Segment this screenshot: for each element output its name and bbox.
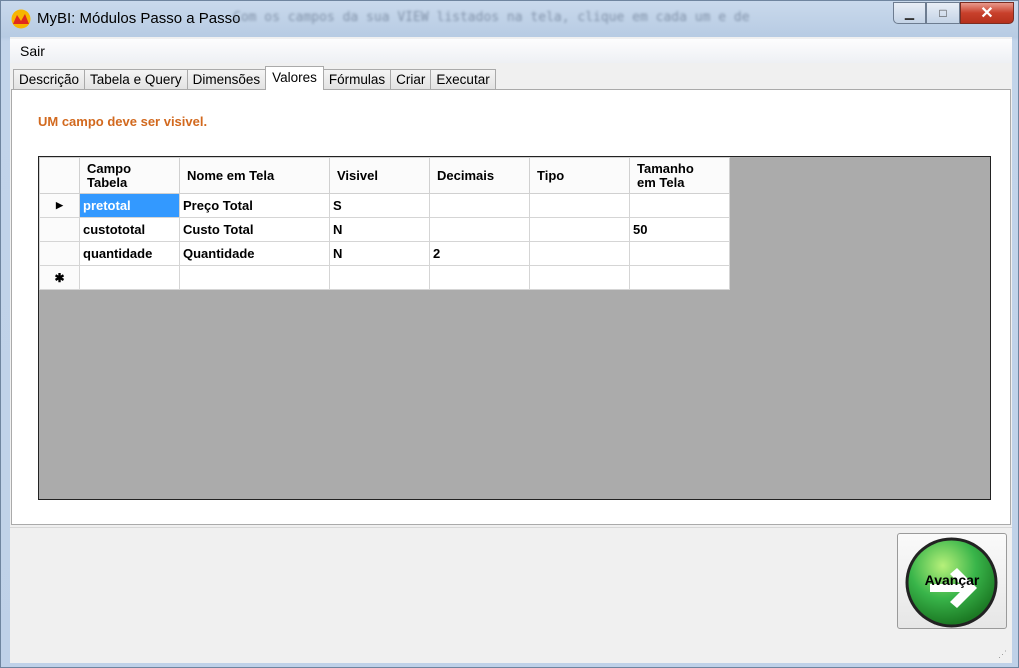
- resize-grip-icon[interactable]: ⋰: [998, 649, 1008, 659]
- grid-cell[interactable]: [629, 241, 730, 266]
- grid-cell[interactable]: Quantidade: [179, 241, 330, 266]
- tab-descricao[interactable]: Descrição: [13, 69, 86, 89]
- window-title: MyBI: Módulos Passo a Passo: [37, 10, 241, 27]
- grid-cell[interactable]: 2: [429, 241, 530, 266]
- tab-strip: Descrição Tabela e Query Dimensões Valor…: [13, 66, 496, 90]
- grid-cell[interactable]: quantidade: [79, 241, 180, 266]
- column-header-visivel[interactable]: Visivel: [329, 157, 430, 194]
- tab-criar[interactable]: Criar: [390, 69, 432, 89]
- column-header-campo-tabela[interactable]: Campo Tabela: [79, 157, 180, 194]
- grid-cell[interactable]: [429, 265, 530, 290]
- app-logo-icon: [11, 9, 31, 29]
- grid-cell[interactable]: [79, 265, 180, 290]
- grid-cell[interactable]: Custo Total: [179, 217, 330, 242]
- grid-cell[interactable]: 50: [629, 217, 730, 242]
- grid-cell[interactable]: [529, 217, 630, 242]
- grid-cell[interactable]: pretotal: [79, 193, 180, 218]
- grid-cell[interactable]: [529, 265, 630, 290]
- maximize-button[interactable]: □: [926, 2, 960, 24]
- new-row-asterisk-icon[interactable]: ✱: [39, 265, 80, 290]
- grid-cell[interactable]: [329, 265, 430, 290]
- grid-cell[interactable]: [429, 193, 530, 218]
- menu-bar: Sair: [10, 39, 1012, 63]
- column-header-tipo[interactable]: Tipo: [529, 157, 630, 194]
- close-button[interactable]: ✕: [960, 2, 1014, 24]
- grid-cell[interactable]: N: [329, 217, 430, 242]
- grid-cell[interactable]: N: [329, 241, 430, 266]
- grid-cell[interactable]: [529, 193, 630, 218]
- grid-cell[interactable]: [629, 193, 730, 218]
- grid-corner-header: [39, 157, 80, 194]
- current-row-indicator-icon[interactable]: ▶: [39, 193, 80, 218]
- row-header[interactable]: [39, 241, 80, 266]
- tab-tabela-e-query[interactable]: Tabela e Query: [84, 69, 188, 89]
- menu-item-sair[interactable]: Sair: [20, 43, 45, 59]
- column-header-tamanho-em-tela[interactable]: Tamanho em Tela: [629, 157, 730, 194]
- tab-dimensoes[interactable]: Dimensões: [186, 69, 267, 89]
- grid-header-row: Campo Tabela Nome em Tela Visivel Decima…: [39, 157, 730, 194]
- grid-cell[interactable]: [179, 265, 330, 290]
- column-header-label: Tamanho em Tela: [637, 160, 694, 190]
- grid-cell[interactable]: S: [329, 193, 430, 218]
- title-bar[interactable]: MyBI: Módulos Passo a Passo Com os campo…: [1, 1, 1019, 37]
- column-header-label: Campo Tabela: [87, 160, 132, 190]
- table-row[interactable]: ▶ pretotal Preço Total S: [39, 193, 730, 218]
- background-window-text: Com os campos da sua VIEW listados na te…: [233, 10, 750, 25]
- table-row[interactable]: custototal Custo Total N 50: [39, 217, 730, 242]
- tab-formulas[interactable]: Fórmulas: [322, 69, 392, 89]
- table-row[interactable]: quantidade Quantidade N 2: [39, 241, 730, 266]
- grid-cell[interactable]: Preço Total: [179, 193, 330, 218]
- close-icon: ✕: [980, 5, 994, 22]
- tab-valores[interactable]: Valores: [265, 66, 324, 90]
- new-row[interactable]: ✱: [39, 265, 730, 290]
- client-area: Sair Descrição Tabela e Query Dimensões …: [10, 37, 1012, 663]
- grid-cell[interactable]: [529, 241, 630, 266]
- maximize-icon: □: [939, 6, 947, 20]
- tab-executar[interactable]: Executar: [430, 69, 496, 89]
- tab-panel-valores: UM campo deve ser visivel. Campo Tabela …: [11, 89, 1011, 525]
- divider: [10, 527, 1012, 528]
- application-window: MyBI: Módulos Passo a Passo Com os campo…: [0, 0, 1019, 668]
- validation-hint: UM campo deve ser visivel.: [38, 114, 208, 129]
- grid-cell[interactable]: [629, 265, 730, 290]
- avancar-button[interactable]: Avançar: [897, 533, 1007, 629]
- grid-cell[interactable]: custototal: [79, 217, 180, 242]
- minimize-button[interactable]: ▁: [893, 2, 926, 24]
- column-header-nome-em-tela[interactable]: Nome em Tela: [179, 157, 330, 194]
- minimize-icon: ▁: [904, 6, 915, 20]
- grid-table: Campo Tabela Nome em Tela Visivel Decima…: [39, 157, 730, 290]
- values-data-grid[interactable]: Campo Tabela Nome em Tela Visivel Decima…: [38, 156, 991, 500]
- grid-cell[interactable]: [429, 217, 530, 242]
- row-header[interactable]: [39, 217, 80, 242]
- avancar-label: Avançar: [924, 572, 980, 588]
- column-header-decimais[interactable]: Decimais: [429, 157, 530, 194]
